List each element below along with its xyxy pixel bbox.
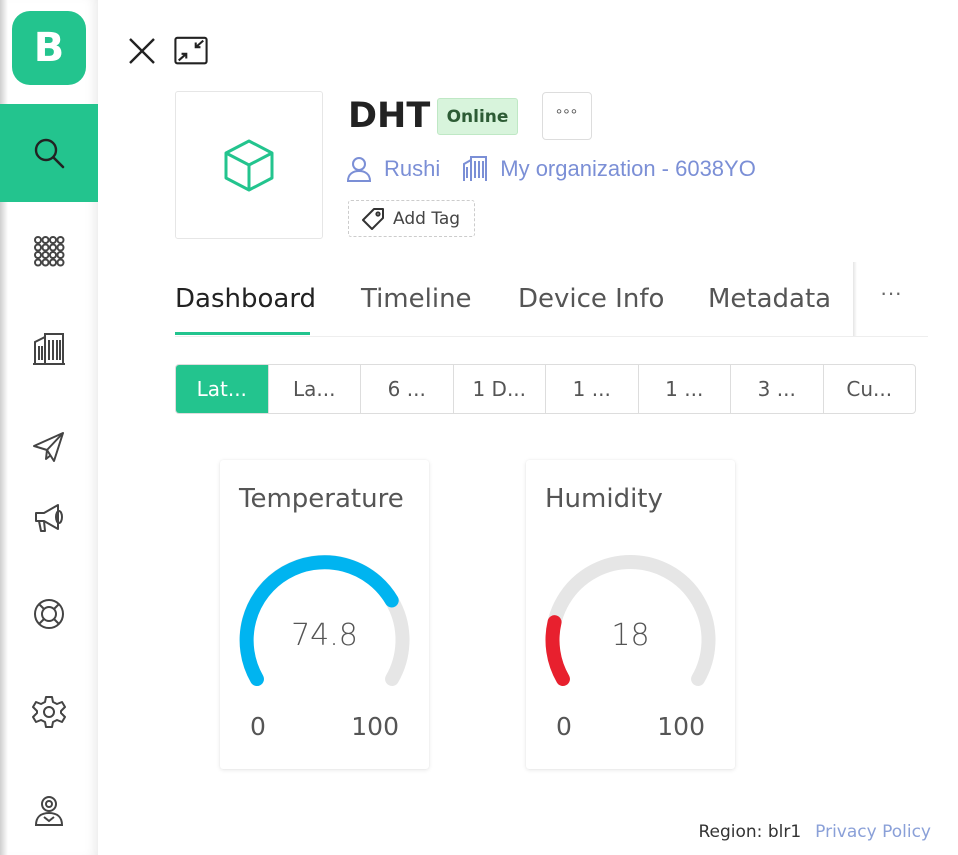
gear-icon (32, 696, 66, 728)
organization-icon (463, 156, 488, 181)
device-tabs: Dashboard Timeline Device Info Metadata … (175, 262, 928, 337)
humidity-widget[interactable]: Humidity 18 0 100 (526, 460, 735, 769)
add-tag-label: Add Tag (393, 208, 461, 229)
device-name: DHT (348, 96, 431, 136)
widget-title: Temperature (239, 484, 404, 514)
sidebar-item-profile[interactable] (0, 761, 98, 855)
range-latest[interactable]: Lat... (176, 365, 268, 413)
sidebar-item-search[interactable] (0, 104, 98, 202)
add-tag-button[interactable]: Add Tag (348, 200, 475, 237)
device-image (175, 91, 323, 239)
sidebar-item-organizations[interactable] (0, 300, 98, 398)
device-organization[interactable]: My organization - 6038YO (462, 156, 756, 182)
status-badge: Online (437, 98, 518, 135)
widget-title: Humidity (545, 484, 663, 514)
region-label: Region: blr1 (698, 822, 802, 842)
range-option[interactable]: 6 ... (360, 365, 453, 413)
blynk-logo[interactable]: B (12, 11, 86, 85)
gauge-min: 0 (556, 712, 572, 741)
device-meta: Rushi My organization - 6038YO (346, 152, 756, 186)
range-custom[interactable]: Cu... (822, 365, 916, 413)
range-option[interactable]: 3 ... (730, 365, 823, 413)
tab-dashboard[interactable]: Dashboard (175, 284, 316, 314)
range-option[interactable]: La... (267, 365, 361, 413)
tabs-divider (853, 262, 857, 336)
temperature-widget[interactable]: Temperature 74.8 0 100 (220, 460, 429, 769)
megaphone-icon (35, 504, 63, 532)
sidebar-item-announcements[interactable] (0, 468, 98, 566)
time-range-selector: Lat... La... 6 ... 1 D... 1 ... 1 ... 3 … (175, 364, 916, 414)
range-option[interactable]: 1 ... (545, 365, 638, 413)
sidebar-item-help[interactable] (0, 565, 98, 663)
close-icon[interactable] (125, 34, 159, 68)
search-icon (34, 138, 65, 169)
gauge-value: 74.8 (291, 618, 358, 653)
building-icon (33, 333, 65, 365)
sidebar: B (0, 0, 98, 855)
active-tab-indicator (175, 332, 310, 335)
gauge-value: 18 (611, 618, 650, 653)
gauge-min: 0 (250, 712, 266, 741)
range-option[interactable]: 1 D... (452, 365, 546, 413)
sidebar-item-settings[interactable] (0, 663, 98, 761)
sidebar-item-devices[interactable] (0, 202, 98, 300)
user-profile-icon (34, 796, 64, 826)
footer: Region: blr1 Privacy Policy (698, 822, 931, 842)
privacy-policy-link[interactable]: Privacy Policy (815, 822, 931, 842)
temperature-gauge (239, 555, 410, 686)
device-organization-name: My organization - 6038YO (500, 156, 756, 181)
humidity-gauge (545, 555, 716, 686)
gauge-max: 100 (657, 712, 705, 741)
gauge-max: 100 (351, 712, 399, 741)
lifebuoy-icon (34, 599, 64, 629)
device-owner[interactable]: Rushi (346, 156, 440, 182)
cube-icon (224, 139, 274, 192)
tab-device-info[interactable]: Device Info (518, 284, 664, 314)
tab-metadata[interactable]: Metadata (708, 284, 831, 314)
range-option[interactable]: 1 ... (637, 365, 731, 413)
device-owner-name: Rushi (384, 156, 441, 181)
paper-plane-icon (33, 432, 64, 462)
collapse-window-icon[interactable] (174, 34, 208, 68)
tabs-more-button[interactable]: ··· (880, 280, 902, 306)
user-icon (346, 157, 372, 182)
grid-icon (34, 236, 65, 267)
tab-timeline[interactable]: Timeline (361, 284, 472, 314)
tag-icon (362, 207, 384, 230)
device-more-button[interactable]: °°° (542, 92, 592, 140)
